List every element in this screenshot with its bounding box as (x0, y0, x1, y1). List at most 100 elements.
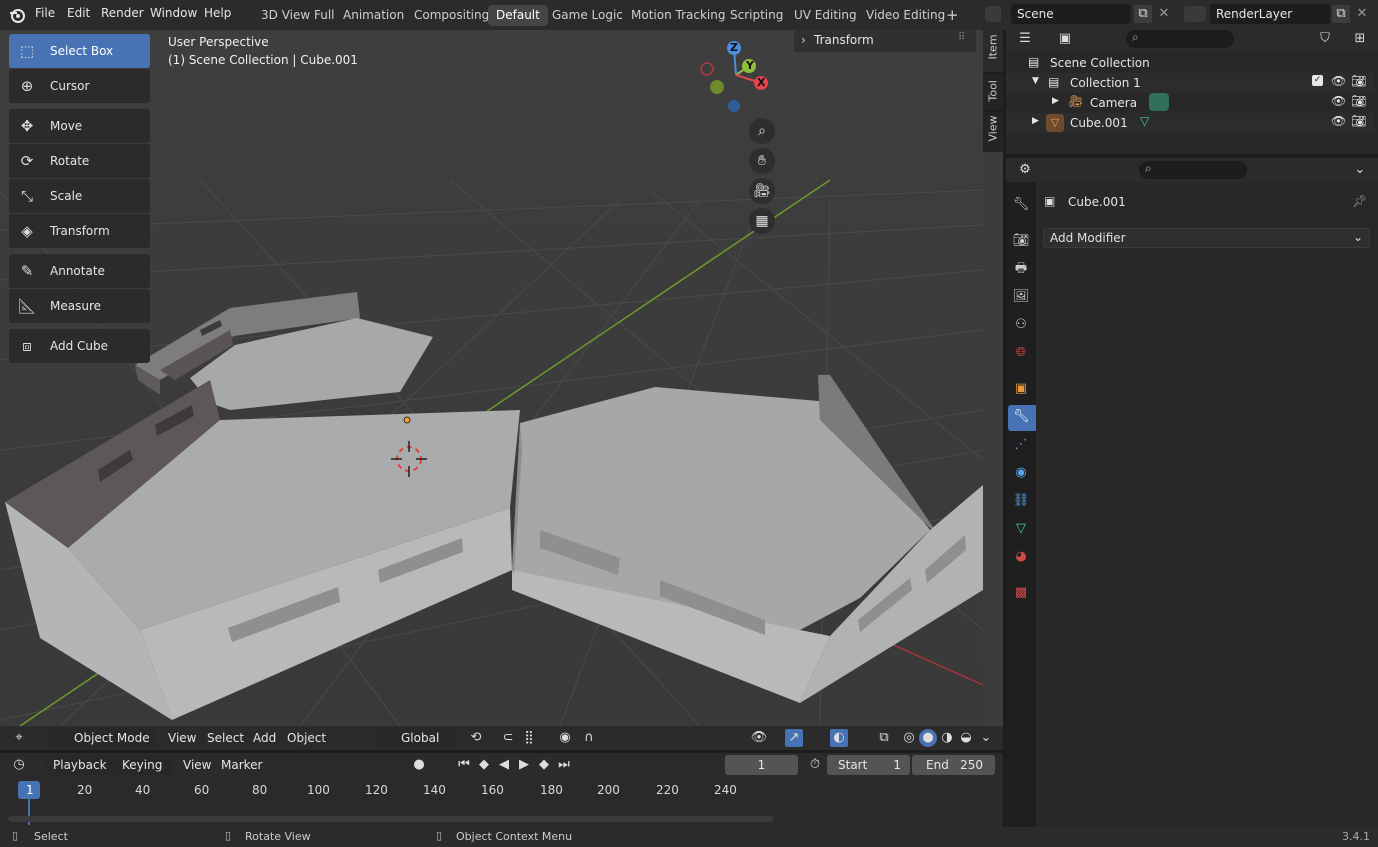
tab-tool[interactable]: Tool (983, 74, 1003, 110)
outliner-row-scene-collection[interactable]: ▤ Scene Collection (1006, 53, 1374, 73)
header-menu-object[interactable]: Object (287, 731, 326, 745)
filter-icon[interactable]: ⛉ (1316, 30, 1334, 48)
navigation-gizmo[interactable] (694, 38, 784, 118)
record-icon[interactable]: ● (410, 756, 428, 774)
tab-game-logic[interactable]: Game Logic (544, 5, 631, 26)
disclosure-closed-icon[interactable]: ▶ (1032, 116, 1039, 126)
mesh-data-icon[interactable]: ▽ (1140, 114, 1149, 128)
pan-hand-icon[interactable]: ✋︎ (749, 148, 775, 174)
solid-shading-icon[interactable]: ● (919, 729, 937, 747)
outliner-row-camera[interactable]: ▶ 🎥︎ Camera 👁︎ 📷︎ (1006, 93, 1374, 113)
snap-icon[interactable]: ⊂ (499, 729, 517, 747)
end-frame-field[interactable]: End 250 (912, 755, 995, 775)
properties-search-input[interactable]: ⌕ (1139, 161, 1247, 179)
zoom-icon[interactable]: ⌕ (749, 118, 775, 144)
menu-render[interactable]: Render (101, 6, 144, 20)
outliner-display-mode-icon[interactable]: ☰ (1016, 30, 1034, 48)
tool-scale[interactable]: ⤡ Scale (9, 179, 150, 213)
next-keyframe-icon[interactable]: ◆ (535, 756, 553, 774)
add-modifier-dropdown[interactable]: Add Modifier ⌄ (1043, 228, 1370, 248)
render-layer-field[interactable]: RenderLayer (1210, 4, 1330, 24)
outliner-row-collection[interactable]: ▼ ▤ Collection 1 ✓ 👁︎ 📷︎ (1006, 73, 1374, 93)
jump-end-icon[interactable]: ⏭︎ (555, 756, 573, 774)
new-scene-icon[interactable]: ⧉ (1134, 5, 1152, 23)
disclosure-closed-icon[interactable]: ▶ (1052, 96, 1059, 106)
wireframe-shading-icon[interactable]: ◎ (900, 729, 918, 747)
eye-icon[interactable]: 👁︎ (1331, 94, 1346, 108)
3d-viewport[interactable]: User Perspective (1) Scene Collection | … (0, 30, 983, 726)
tool-move[interactable]: ✥ Move (9, 109, 150, 143)
playback-dropdown[interactable]: Playback (46, 755, 114, 775)
checkbox-icon[interactable]: ✓ (1312, 75, 1323, 86)
remove-scene-icon[interactable]: ✕ (1155, 5, 1173, 23)
tab-scripting[interactable]: Scripting (722, 5, 791, 26)
tool-measure[interactable]: 📐︎ Measure (9, 289, 150, 323)
keying-dropdown[interactable]: Keying (116, 755, 173, 775)
timeline-menu-marker[interactable]: Marker (221, 758, 262, 772)
tool-settings-icon[interactable]: 🔧︎ (1012, 196, 1030, 214)
timeline-editor-icon[interactable]: ◷ (10, 756, 28, 774)
tool-transform[interactable]: ◈ Transform (9, 214, 150, 248)
menu-edit[interactable]: Edit (67, 6, 90, 20)
header-menu-select[interactable]: Select (207, 731, 244, 745)
timeline-menu-view[interactable]: View (183, 758, 211, 772)
add-workspace-button[interactable]: + (938, 5, 967, 26)
proportional-edit-icon[interactable]: ◉ (556, 729, 574, 747)
tab-uv-editing[interactable]: UV Editing (786, 5, 865, 26)
modifier-tab-active[interactable]: 🔧︎ (1008, 405, 1036, 431)
falloff-icon[interactable]: ∩ (580, 729, 598, 747)
material-icon[interactable]: ◕ (1012, 548, 1030, 566)
render-camera-icon[interactable]: 📷︎ (1351, 74, 1366, 88)
properties-editor-icon[interactable]: ⚙ (1016, 161, 1034, 179)
timeline-scrollbar[interactable] (8, 816, 774, 822)
menu-help[interactable]: Help (204, 6, 231, 20)
tool-add-cube[interactable]: ⧈ Add Cube (9, 329, 150, 363)
overlays-icon[interactable]: ◐ (830, 729, 848, 747)
outliner-filter-type-icon[interactable]: ▣ (1056, 30, 1074, 48)
new-collection-icon[interactable]: ⊞ (1351, 30, 1369, 48)
tab-item[interactable]: Item (983, 30, 1003, 72)
tab-default[interactable]: Default (488, 5, 548, 26)
render-camera-icon[interactable]: 📷︎ (1351, 114, 1366, 128)
editor-type-icon[interactable]: ⌖ (10, 729, 28, 747)
header-menu-add[interactable]: Add (253, 731, 276, 745)
eye-icon[interactable]: 👁︎ (1331, 114, 1346, 128)
tab-view[interactable]: View (983, 112, 1003, 152)
snap-grid-icon[interactable]: ⣿ (520, 729, 538, 747)
tool-rotate[interactable]: ⟳ Rotate (9, 144, 150, 178)
scene-icon[interactable] (985, 6, 1001, 22)
camera-view-icon[interactable]: 🎥︎ (749, 178, 775, 204)
tool-select-box[interactable]: ⬚ Select Box (9, 34, 150, 68)
mode-dropdown[interactable]: Object Mode (48, 728, 156, 748)
tool-annotate[interactable]: ✎ Annotate (9, 254, 150, 288)
start-frame-field[interactable]: Start 1 (827, 755, 910, 775)
render-properties-icon[interactable]: 📷︎ (1012, 232, 1030, 250)
camera-data-icon[interactable] (1149, 93, 1169, 111)
pivot-point-icon[interactable]: ⟲ (467, 729, 485, 747)
blender-logo-icon[interactable] (8, 6, 26, 24)
scene-properties-icon[interactable]: ⚇ (1012, 316, 1030, 334)
xray-icon[interactable]: ⧉ (875, 729, 893, 747)
transform-panel[interactable]: › Transform ⠿ (794, 30, 976, 52)
prev-keyframe-icon[interactable]: ◆ (475, 756, 493, 774)
new-render-layer-icon[interactable]: ⧉ (1332, 5, 1350, 23)
menu-file[interactable]: File (35, 6, 55, 20)
chevron-down-icon[interactable]: ⌄ (1351, 161, 1369, 179)
physics-icon[interactable]: ◉ (1012, 464, 1030, 482)
menu-window[interactable]: Window (150, 6, 197, 20)
jump-start-icon[interactable]: ⏮︎ (455, 756, 473, 774)
gizmo-toggle-icon[interactable]: ↗ (785, 729, 803, 747)
remove-render-layer-icon[interactable]: ✕ (1353, 5, 1371, 23)
outliner-search-input[interactable]: ⌕ (1126, 30, 1234, 48)
visibility-icon[interactable]: 👁︎ (750, 729, 768, 747)
view-layer-icon[interactable]: 🖼︎ (1012, 288, 1030, 306)
stopwatch-icon[interactable]: ⏱︎ (806, 756, 824, 774)
tool-cursor[interactable]: ⊕ Cursor (9, 69, 150, 103)
disclosure-open-icon[interactable]: ▼ (1032, 76, 1039, 86)
render-layer-icon[interactable] (1184, 6, 1206, 22)
tab-compositing[interactable]: Compositing (406, 5, 497, 26)
scene-name-field[interactable]: Scene (1011, 4, 1131, 24)
play-reverse-icon[interactable]: ◀ (495, 756, 513, 774)
render-camera-icon[interactable]: 📷︎ (1351, 94, 1366, 108)
drag-handle-icon[interactable]: ⠿ (958, 32, 965, 43)
